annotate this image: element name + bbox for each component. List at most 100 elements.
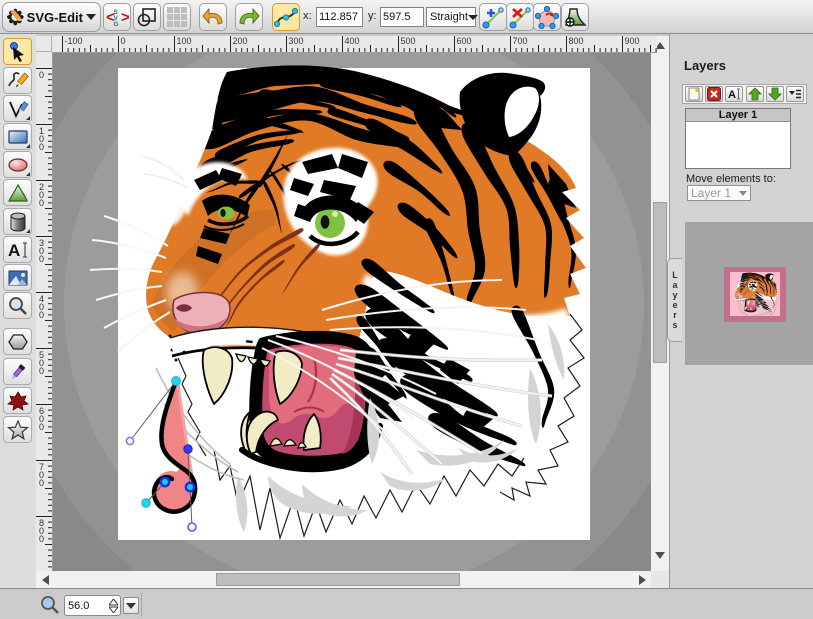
- tool-text[interactable]: A: [3, 236, 32, 263]
- tool-ellipse[interactable]: [3, 151, 32, 178]
- y-input[interactable]: [380, 7, 424, 27]
- ruler-label: 800: [569, 36, 584, 46]
- tool-select[interactable]: [3, 38, 32, 65]
- menu-caret-icon: [86, 14, 96, 20]
- layer-list-rows[interactable]: [686, 122, 790, 168]
- zoom-spinner[interactable]: 56.0: [64, 595, 121, 616]
- pencil-tool-icon: [7, 70, 29, 92]
- new-layer-button[interactable]: [685, 86, 703, 102]
- main-menu-label: SVG-Edit: [27, 10, 83, 25]
- delete-node-button[interactable]: [506, 3, 534, 31]
- flyout-arrow-icon: [26, 116, 30, 120]
- horizontal-scrollbar[interactable]: [36, 571, 651, 588]
- zoom-preset-dropdown[interactable]: [123, 597, 139, 614]
- path-node[interactable]: [184, 445, 192, 453]
- ruler-label: 0: [39, 254, 44, 264]
- layers-sidebar-tab[interactable]: Layers: [667, 258, 682, 342]
- spinner-arrows-icon[interactable]: [109, 599, 118, 613]
- layer-list-header[interactable]: Layer 1: [686, 109, 790, 122]
- x-input[interactable]: [316, 7, 363, 27]
- zoom-icon: [40, 595, 60, 615]
- canvas-workspace[interactable]: [52, 52, 651, 571]
- path-node-selected[interactable]: [161, 478, 169, 486]
- tool-zoom[interactable]: [3, 292, 32, 319]
- ruler-label: 0: [39, 478, 44, 488]
- grid-icon: [166, 6, 188, 28]
- ruler-label: 600: [457, 36, 472, 46]
- control-handle[interactable]: [188, 523, 196, 531]
- select-caret-icon: [468, 15, 478, 20]
- ruler-label: 500: [401, 36, 416, 46]
- redo-button[interactable]: [235, 3, 263, 31]
- svg-text:A: A: [728, 89, 736, 101]
- move-target-select[interactable]: Layer 1: [687, 185, 751, 201]
- reorient-path-button[interactable]: [533, 3, 561, 31]
- move-layer-up-button[interactable]: [746, 86, 764, 102]
- layer-menu-icon: [788, 87, 802, 101]
- zoom-tool-icon: [7, 295, 29, 317]
- ruler-label: 0: [39, 366, 44, 376]
- control-handle[interactable]: [126, 437, 133, 444]
- ruler-label: 0: [39, 198, 44, 208]
- left-toolbar: A: [0, 34, 36, 588]
- undo-button[interactable]: [199, 3, 227, 31]
- move-layer-down-button[interactable]: [766, 86, 784, 102]
- scroll-left-icon[interactable]: [42, 575, 49, 585]
- segment-type-select[interactable]: Straight: [426, 7, 476, 27]
- svg-text:>: >: [121, 9, 129, 26]
- path-edit-mode-icon: [274, 5, 298, 29]
- path-node-selected[interactable]: [186, 483, 194, 491]
- divider: [141, 593, 142, 617]
- move-elements-label: Move elements to:: [686, 173, 776, 185]
- path-tool-icon: [7, 182, 29, 204]
- layers-panel: Layers A: [669, 34, 813, 588]
- ruler-corner: [36, 36, 52, 52]
- layers-tab-letter: L: [672, 270, 678, 280]
- document-properties-button[interactable]: [133, 3, 161, 31]
- ruler-label: 0: [39, 70, 44, 80]
- layer-list[interactable]: Layer 1: [685, 108, 791, 169]
- tool-polygon[interactable]: [3, 328, 32, 355]
- tool-star[interactable]: [3, 416, 32, 443]
- horizontal-scrollbar-thumb[interactable]: [216, 573, 460, 586]
- layers-tab-letter: s: [672, 320, 677, 330]
- tool-eyedropper[interactable]: [3, 358, 32, 385]
- x-label: x:: [303, 10, 312, 22]
- layer-menu-button[interactable]: [786, 86, 804, 102]
- layers-panel-title: Layers: [684, 58, 726, 73]
- tool-line[interactable]: [3, 95, 32, 122]
- tool-path[interactable]: [3, 179, 32, 206]
- move-target-value: Layer 1: [691, 186, 731, 200]
- tool-shapes[interactable]: [3, 387, 32, 414]
- delete-layer-icon: [707, 87, 721, 101]
- star-tool-icon: [7, 419, 29, 441]
- scroll-right-icon[interactable]: [639, 575, 646, 585]
- tool-rectangle[interactable]: [3, 123, 32, 150]
- scroll-down-icon[interactable]: [655, 552, 665, 559]
- path-node[interactable]: [172, 377, 181, 386]
- delete-layer-button[interactable]: [705, 86, 723, 102]
- open-path-button[interactable]: [561, 3, 589, 31]
- undo-icon: [201, 5, 225, 29]
- layers-tab-letter: a: [672, 280, 677, 290]
- flyout-arrow-icon: [26, 172, 30, 176]
- ruler-label: 700: [513, 36, 528, 46]
- path-node[interactable]: [142, 499, 150, 507]
- svg-source-button[interactable]: < > S V G: [103, 3, 131, 31]
- redo-icon: [237, 5, 261, 29]
- path-edit-mode-button[interactable]: [272, 3, 300, 31]
- grid-button[interactable]: [163, 3, 191, 31]
- rename-layer-button[interactable]: A: [725, 86, 743, 102]
- add-node-button[interactable]: [479, 3, 507, 31]
- tool-pencil[interactable]: [3, 67, 32, 94]
- segment-type-value: Straight: [430, 11, 468, 23]
- tool-image[interactable]: [3, 264, 32, 291]
- svg-text:A: A: [8, 241, 20, 260]
- tool-shape-library[interactable]: [3, 208, 32, 235]
- rename-layer-icon: A: [727, 87, 741, 101]
- layer-down-icon: [768, 87, 782, 101]
- layers-tab-letter: e: [672, 300, 677, 310]
- layer-up-icon: [748, 87, 762, 101]
- vertical-scrollbar-thumb[interactable]: [653, 202, 667, 363]
- main-menu-button[interactable]: SVG-Edit: [2, 2, 101, 32]
